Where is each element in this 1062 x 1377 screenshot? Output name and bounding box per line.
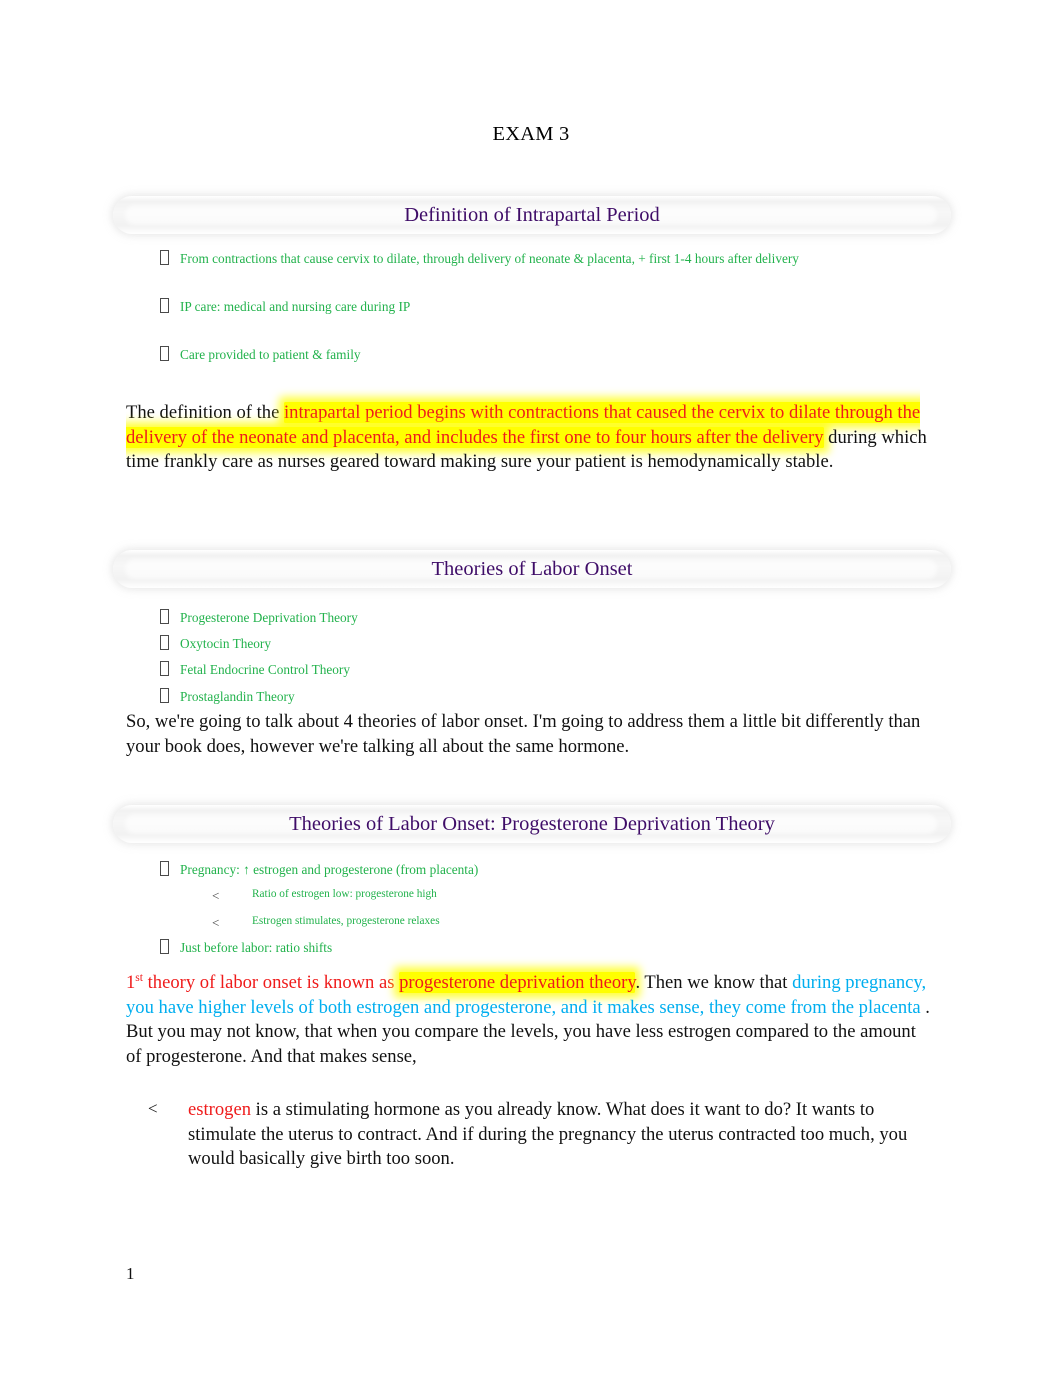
narration-paragraph-1: The definition of the intrapartal period… <box>126 401 934 475</box>
narration-highlighted-term: progesterone deprivation theory <box>399 972 636 993</box>
angle-bracket-bullet-icon: < <box>212 915 220 931</box>
sub-list-item: < Estrogen stimulates, progesterone rela… <box>152 914 852 932</box>
bullet-list-1: From contractions that cause cervix to d… <box>152 250 852 367</box>
tofu-bullet-icon <box>152 609 180 629</box>
bullet-list-3: Pregnancy: ↑ estrogen and progesterone (… <box>152 861 852 959</box>
narration-paragraph-3: 1st theory of labor onset is known as pr… <box>126 971 934 1070</box>
list-item: Oxytocin Theory <box>152 635 852 655</box>
list-item-label: Care provided to patient & family <box>180 347 361 363</box>
angle-bracket-bullet-icon: < <box>212 888 220 904</box>
page-number: 1 <box>126 1264 135 1283</box>
sub-list-item-label: Ratio of estrogen low: progesterone high <box>252 888 437 901</box>
section-heading-text-3: Theories of Labor Onset: Progesterone De… <box>289 812 775 835</box>
tofu-bullet-icon <box>152 250 180 270</box>
section-heading-text-2: Theories of Labor Onset <box>431 557 633 580</box>
ordinal-suffix: st <box>135 971 143 984</box>
list-item-label: Progesterone Deprivation Theory <box>180 610 358 625</box>
tofu-bullet-icon <box>152 861 180 881</box>
list-item: Progesterone Deprivation Theory <box>152 609 852 629</box>
list-item: Care provided to patient & family <box>152 346 852 366</box>
list-item-label: Pregnancy: ↑ estrogen and progesterone (… <box>180 862 479 877</box>
page-title: EXAM 3 <box>492 123 570 145</box>
narration-plain-mid: . Then we know that <box>635 972 793 993</box>
list-item: Pregnancy: ↑ estrogen and progesterone (… <box>152 861 852 881</box>
list-item-label: From contractions that cause cervix to d… <box>180 251 799 266</box>
section-heading-bar-1: Definition of Intrapartal Period <box>113 196 951 234</box>
tofu-bullet-icon <box>152 298 180 318</box>
list-item: Fetal Endocrine Control Theory <box>152 661 852 681</box>
tofu-bullet-icon <box>152 938 180 959</box>
narration-paragraph-2: So, we're going to talk about 4 theories… <box>126 711 921 757</box>
list-item-label: Oxytocin Theory <box>180 636 271 652</box>
sub-list-item-label: Estrogen stimulates, progesterone relaxe… <box>252 915 440 928</box>
narration-bullet-body: estrogen is a stimulating hormone as you… <box>188 1098 908 1172</box>
narration-red-lead: theory of labor onset is known as <box>142 972 400 993</box>
list-item: Prostaglandin Theory <box>152 687 852 708</box>
narration-lead-text: The definition of the <box>126 402 285 423</box>
angle-bracket-bullet-icon: < <box>148 1099 158 1118</box>
tofu-bullet-icon <box>152 687 180 708</box>
tofu-bullet-icon <box>152 661 180 681</box>
list-item-label: IP care: medical and nursing care during… <box>180 299 411 315</box>
narration-bullet-item: < estrogen is a stimulating hormone as y… <box>148 1098 908 1172</box>
section-heading-bar-3: Theories of Labor Onset: Progesterone De… <box>113 805 951 843</box>
document-page: EXAM 3 Definition of Intrapartal Period … <box>0 0 1062 1377</box>
list-item: IP care: medical and nursing care during… <box>152 298 852 318</box>
bullet-list-2: Progesterone Deprivation Theory Oxytocin… <box>152 609 852 708</box>
tofu-bullet-icon <box>152 346 180 366</box>
list-item-label: Prostaglandin Theory <box>180 688 295 704</box>
section-heading-text-1: Definition of Intrapartal Period <box>404 203 660 226</box>
list-item-label: Fetal Endocrine Control Theory <box>180 662 350 678</box>
sub-list-item: < Ratio of estrogen low: progesterone hi… <box>152 887 852 905</box>
section-heading-bar-2: Theories of Labor Onset <box>113 550 951 588</box>
narration-bullet-red-word: estrogen <box>188 1099 251 1120</box>
list-item: From contractions that cause cervix to d… <box>152 250 852 270</box>
narration-bullet-rest: is a stimulating hormone as you already … <box>188 1099 908 1170</box>
ordinal-number: 1 <box>126 972 136 993</box>
tofu-bullet-icon <box>152 635 180 655</box>
list-item-label: Just before labor: ratio shifts <box>180 939 333 955</box>
list-item: Just before labor: ratio shifts <box>152 938 852 959</box>
